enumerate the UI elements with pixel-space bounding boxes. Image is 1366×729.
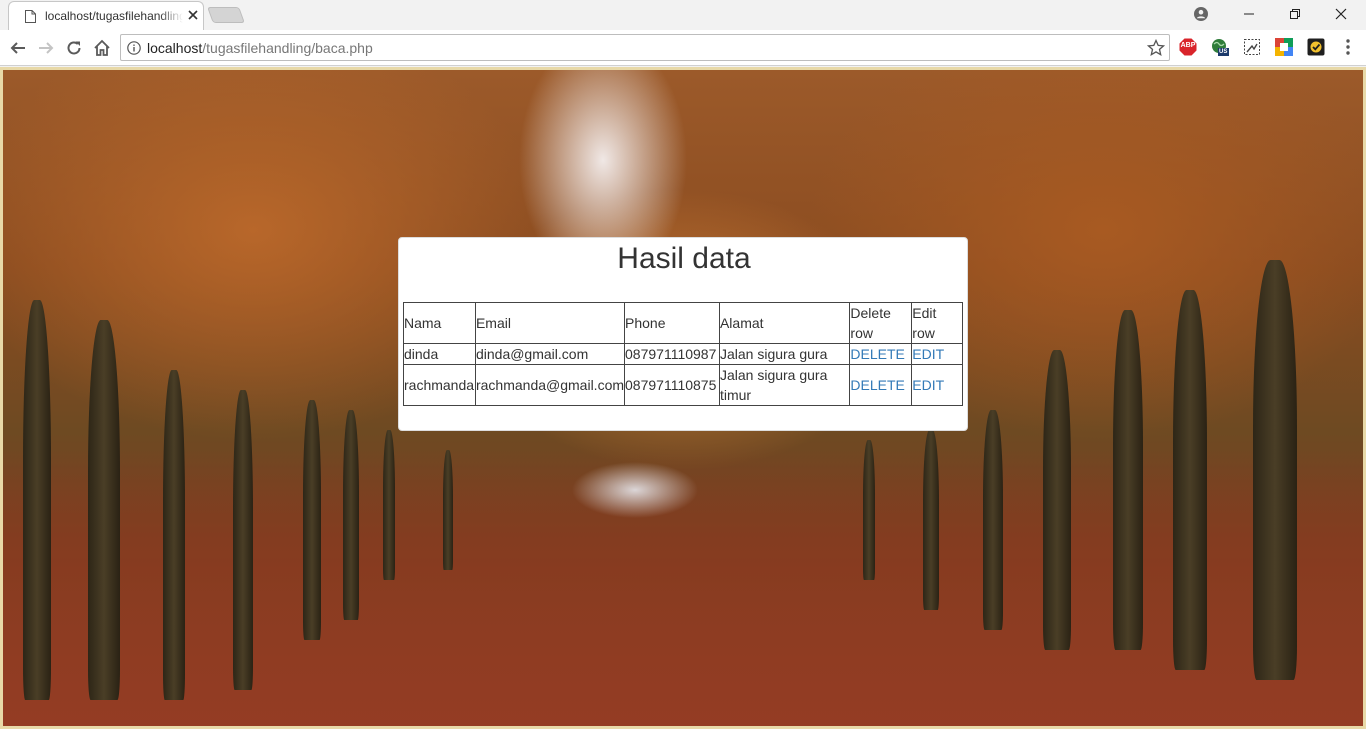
tab-title: localhost/tugasfilehandling/baca.php <box>45 9 183 23</box>
close-window-button[interactable] <box>1318 0 1364 28</box>
cell-email: dinda@gmail.com <box>474 343 626 365</box>
info-icon[interactable] <box>127 41 141 55</box>
tree-trunk <box>923 430 939 610</box>
cell-email: rachmanda@gmail.com <box>474 364 626 406</box>
tree-trunk <box>233 390 253 690</box>
tree-trunk <box>1113 310 1143 650</box>
reload-button[interactable] <box>62 36 86 60</box>
task-extension[interactable] <box>1307 38 1325 56</box>
account-button[interactable] <box>1178 0 1224 28</box>
url-text[interactable]: localhost/tugasfilehandling/baca.php <box>147 40 373 56</box>
header-delete-row: Delete row <box>849 302 913 344</box>
cell-alamat: Jalan sigura gura <box>718 343 851 365</box>
header-alamat: Alamat <box>718 302 851 344</box>
check-icon <box>1307 38 1325 56</box>
tree-trunk <box>983 410 1003 630</box>
tree-trunk <box>303 400 321 640</box>
tab-strip: localhost/tugasfilehandling/baca.php <box>0 0 1366 30</box>
screenshot-extension[interactable] <box>1243 38 1261 56</box>
tree-trunk <box>443 450 453 570</box>
table-header-row: Nama Email Phone Alamat Delete row Edit … <box>403 302 963 344</box>
restore-icon <box>1290 9 1300 19</box>
tree-trunk <box>1043 350 1071 650</box>
tree-trunk <box>88 320 120 700</box>
header-nama: Nama <box>403 302 476 344</box>
star-icon[interactable] <box>1147 39 1165 57</box>
adblock-extension[interactable]: ABP <box>1179 38 1197 56</box>
screenshot-icon <box>1244 39 1260 55</box>
globe-badge: US <box>1219 49 1228 55</box>
header-edit-row: Edit row <box>911 302 963 344</box>
arrow-right-icon <box>39 42 54 54</box>
cell-phone: 087971110875 <box>624 364 720 406</box>
browser-toolbar: localhost/tugasfilehandling/baca.php ABP… <box>0 30 1366 66</box>
cell-edit: EDIT <box>911 343 963 365</box>
abp-label: ABP <box>1180 42 1196 49</box>
back-button[interactable] <box>6 36 30 60</box>
tree-trunk <box>1173 290 1207 670</box>
home-button[interactable] <box>90 36 114 60</box>
result-panel: Hasil data Nama Email Phone Alamat Delet… <box>398 237 968 431</box>
delete-link[interactable]: DELETE <box>850 346 904 362</box>
delete-link[interactable]: DELETE <box>850 377 904 393</box>
cell-nama: dinda <box>403 343 476 365</box>
table-row: dinda dinda@gmail.com 087971110987 Jalan… <box>403 343 963 365</box>
page-icon <box>25 10 36 23</box>
tree-trunk <box>1253 260 1297 680</box>
tree-trunk <box>163 370 185 700</box>
new-tab-button[interactable] <box>207 7 245 23</box>
minimize-icon <box>1244 13 1254 15</box>
header-phone: Phone <box>624 302 720 344</box>
url-host: localhost <box>147 40 203 56</box>
cell-phone: 087971110987 <box>624 343 720 365</box>
menu-icon[interactable] <box>1339 38 1357 56</box>
edit-link[interactable]: EDIT <box>912 346 944 362</box>
restore-button[interactable] <box>1272 0 1318 28</box>
vpn-extension[interactable]: US <box>1211 38 1229 56</box>
reload-icon <box>67 41 81 55</box>
color-picker-icon <box>1275 38 1293 56</box>
cell-delete: DELETE <box>849 343 913 365</box>
close-icon <box>1335 8 1347 20</box>
account-icon <box>1194 7 1208 21</box>
tree-trunk <box>863 440 875 580</box>
tab-active[interactable]: localhost/tugasfilehandling/baca.php <box>8 1 204 30</box>
header-email: Email <box>474 302 626 344</box>
arrow-left-icon <box>10 42 25 54</box>
url-path: /tugasfilehandling/baca.php <box>202 40 373 56</box>
minimize-button[interactable] <box>1226 0 1272 28</box>
cell-alamat: Jalan sigura gura timur <box>718 364 851 406</box>
cell-edit: EDIT <box>911 364 963 406</box>
tree-trunk <box>383 430 395 580</box>
page-title: Hasil data <box>617 242 751 275</box>
close-tab-icon[interactable] <box>186 8 200 22</box>
address-bar[interactable]: localhost/tugasfilehandling/baca.php <box>120 34 1170 61</box>
color-extension[interactable] <box>1275 38 1293 56</box>
cell-nama: rachmanda <box>403 364 476 406</box>
edit-link[interactable]: EDIT <box>912 377 944 393</box>
tree-trunk <box>23 300 51 700</box>
data-table: Nama Email Phone Alamat Delete row Edit … <box>403 302 963 406</box>
cell-delete: DELETE <box>849 364 913 406</box>
table-row: rachmanda rachmanda@gmail.com 0879711108… <box>403 364 963 406</box>
home-icon <box>94 39 110 56</box>
tree-trunk <box>343 410 359 620</box>
forward-button[interactable] <box>34 36 58 60</box>
